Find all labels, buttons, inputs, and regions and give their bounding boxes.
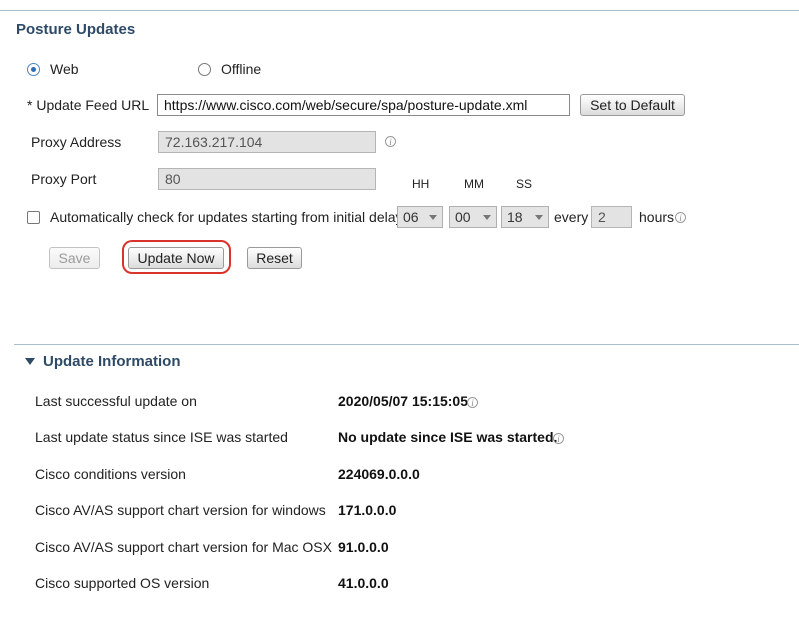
feed-url-label: * Update Feed URL: [27, 97, 150, 113]
set-to-default-button[interactable]: Set to Default: [580, 94, 685, 116]
hh-header: HH: [412, 177, 430, 191]
info-icon[interactable]: i: [553, 433, 564, 444]
radio-offline-label: Offline: [221, 61, 262, 77]
info-icon[interactable]: i: [385, 136, 396, 147]
every-hours-input[interactable]: [591, 206, 632, 228]
every-label: every: [554, 209, 589, 225]
ss-select[interactable]: 18: [501, 206, 549, 228]
section-title-posture-updates: Posture Updates: [16, 21, 136, 38]
info-icon[interactable]: i: [467, 397, 478, 408]
info-icon[interactable]: i: [675, 212, 686, 223]
reset-button[interactable]: Reset: [247, 247, 302, 269]
mm-select-value: 00: [455, 209, 471, 225]
info-row-value: 224069.0.0.0: [338, 466, 420, 482]
info-row-value: 2020/05/07 15:15:05: [338, 393, 468, 409]
info-row-label: Cisco conditions version: [35, 466, 186, 482]
proxy-port-label: Proxy Port: [31, 171, 97, 187]
feed-url-input[interactable]: [157, 94, 570, 116]
proxy-address-input[interactable]: [158, 131, 376, 153]
auto-check-checkbox[interactable]: [27, 211, 40, 224]
radio-web[interactable]: [27, 63, 40, 76]
info-row-value: 91.0.0.0: [338, 539, 389, 555]
info-row-label: Cisco AV/AS support chart version for Ma…: [35, 539, 332, 555]
top-divider: [0, 10, 799, 11]
info-row-label: Last update status since ISE was started: [35, 429, 288, 445]
ss-header: SS: [516, 177, 533, 191]
section-divider: [14, 344, 799, 345]
mm-header: MM: [464, 177, 484, 191]
chevron-down-icon: [483, 215, 491, 220]
radio-offline[interactable]: [198, 63, 211, 76]
chevron-down-icon: [535, 215, 543, 220]
section-title-update-information: Update Information: [43, 353, 181, 370]
hours-label: hours: [639, 209, 675, 225]
update-now-button[interactable]: Update Now: [128, 247, 224, 269]
info-row-value: No update since ISE was started.: [338, 429, 558, 445]
hh-select-value: 06: [403, 209, 419, 225]
save-button[interactable]: Save: [49, 247, 100, 269]
info-row-label: Cisco AV/AS support chart version for wi…: [35, 502, 326, 518]
proxy-address-label: Proxy Address: [31, 134, 122, 150]
radio-web-label: Web: [50, 61, 79, 77]
auto-check-label: Automatically check for updates starting…: [50, 209, 403, 225]
info-row-value: 41.0.0.0: [338, 575, 389, 591]
info-row-label: Cisco supported OS version: [35, 575, 210, 591]
info-row-value: 171.0.0.0: [338, 502, 397, 518]
ss-select-value: 18: [507, 209, 523, 225]
chevron-down-icon: [429, 215, 437, 220]
mm-select[interactable]: 00: [449, 206, 497, 228]
proxy-port-input[interactable]: [158, 168, 376, 190]
info-row-label: Last successful update on: [35, 393, 197, 409]
hh-select[interactable]: 06: [397, 206, 443, 228]
triangle-down-icon[interactable]: [25, 358, 35, 365]
